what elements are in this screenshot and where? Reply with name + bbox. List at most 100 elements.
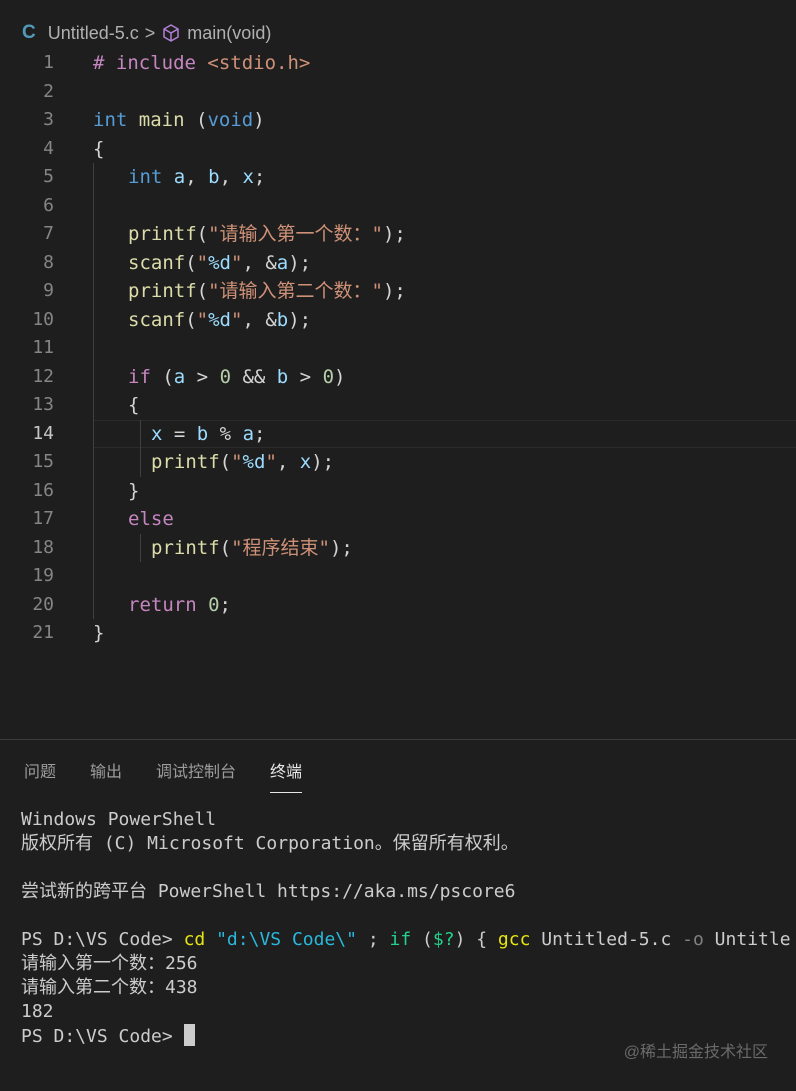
code-line[interactable]: 5 int a, b, x;: [0, 163, 796, 192]
terminal-output[interactable]: Windows PowerShell 版权所有 (C) Microsoft Cor…: [21, 808, 791, 1048]
code-token: scanf: [128, 251, 186, 274]
code-token: x: [151, 422, 163, 445]
line-number: 10: [32, 308, 54, 330]
code-content: scanf("%d", &a);: [93, 249, 311, 278]
line-number: 2: [43, 80, 54, 102]
terminal-text: 尝试新的跨平台 PowerShell https://aka.ms/pscore…: [21, 881, 516, 902]
code-token: ": [231, 308, 243, 331]
terminal-line: Windows PowerShell: [21, 808, 791, 832]
indent-guide: [93, 248, 94, 277]
code-line[interactable]: 14 x = b % a;: [0, 419, 796, 448]
code-token: printf: [128, 223, 197, 245]
code-content: printf("%d", x);: [93, 448, 334, 477]
terminal-line: 版权所有 (C) Microsoft Corporation。保留所有权利。: [21, 832, 791, 856]
code-line[interactable]: 6: [0, 191, 796, 220]
indent-guide: [140, 448, 141, 477]
code-line[interactable]: 7 printf("请输入第一个数：");: [0, 220, 796, 249]
code-token: ": [196, 308, 209, 331]
code-token: , &: [242, 251, 277, 274]
code-token: a: [242, 422, 255, 445]
code-token: , &: [242, 308, 277, 331]
indent-guide: [93, 163, 94, 192]
code-content: }: [93, 477, 139, 506]
code-token: %d: [208, 251, 231, 274]
code-line[interactable]: 10 scanf("%d", &b);: [0, 305, 796, 334]
code-line[interactable]: 4{: [0, 135, 796, 164]
panel-tabs: 问题 输出 调试控制台 终端: [24, 758, 303, 793]
code-line[interactable]: 19: [0, 562, 796, 591]
line-number: 19: [32, 565, 54, 586]
code-token: %d: [208, 308, 231, 331]
tab-problems[interactable]: 问题: [24, 758, 56, 793]
code-token: (: [219, 451, 232, 473]
code-token: a: [173, 166, 186, 188]
tab-debug-console[interactable]: 调试控制台: [156, 758, 236, 793]
terminal-cursor: [183, 1024, 195, 1046]
code-line[interactable]: 1 # include <stdio.h>: [0, 49, 796, 78]
line-number: 8: [43, 251, 54, 273]
code-content: int a, b, x;: [93, 163, 265, 192]
line-number: 16: [32, 479, 54, 501]
code-line[interactable]: 8 scanf("%d", &a);: [0, 248, 796, 278]
indent-guide: [93, 476, 94, 505]
terminal-text: PS D:\VS Code>: [21, 929, 184, 950]
indent-guide: [93, 277, 94, 306]
code-line[interactable]: 21}: [0, 619, 796, 648]
code-token: );: [311, 451, 335, 473]
code-token: b: [276, 365, 289, 388]
code-line[interactable]: 3 int main (void): [0, 106, 796, 135]
line-number: 14: [32, 422, 54, 444]
code-token: return: [128, 593, 197, 616]
code-line[interactable]: 9 printf("请输入第二个数：");: [0, 277, 796, 306]
code-line[interactable]: 20 return 0;: [0, 590, 796, 619]
code-token: ": [231, 251, 243, 274]
terminal-text: 请输入第二个数：438: [21, 977, 198, 998]
terminal-line: 请输入第二个数：438: [21, 976, 791, 1000]
breadcrumb-file[interactable]: Untitled-5.c: [48, 23, 139, 44]
breadcrumb-symbol[interactable]: main(void): [187, 23, 271, 44]
code-line[interactable]: 11: [0, 334, 796, 363]
code-token: >: [185, 365, 220, 388]
line-number: 18: [32, 536, 54, 558]
line-number: 3: [43, 109, 54, 130]
line-number: 20: [32, 593, 54, 615]
indent-guide: [140, 533, 141, 562]
code-line[interactable]: 2: [0, 78, 796, 107]
line-number: 15: [32, 451, 54, 472]
code-line[interactable]: 16}: [0, 476, 796, 506]
code-content: else: [93, 505, 174, 534]
code-token: ): [253, 109, 265, 131]
code-content: int main (void): [93, 106, 265, 135]
code-content: # include <stdio.h>: [93, 49, 310, 78]
code-token: a: [173, 365, 186, 388]
indent-guide: [93, 334, 94, 363]
code-editor[interactable]: 1 # include <stdio.h> 2 3 int main (void) 4{5…: [0, 49, 796, 648]
code-token: b: [276, 308, 289, 331]
code-line[interactable]: 13 {: [0, 391, 796, 420]
code-token: &&: [231, 365, 277, 388]
terminal-text: 182: [21, 1001, 54, 1022]
code-token: printf: [151, 536, 220, 559]
tab-output[interactable]: 输出: [90, 758, 122, 793]
c-file-icon: C: [22, 22, 36, 43]
terminal-text: -o: [682, 929, 704, 950]
code-token: printf: [151, 451, 220, 473]
terminal-text: Untitled-5.c: [530, 929, 683, 950]
code-line[interactable]: 15 printf("%d", x);: [0, 448, 796, 477]
code-line[interactable]: 12 if (a > 0 && b > 0): [0, 362, 796, 391]
code-content: printf("请输入第二个数：");: [93, 277, 406, 306]
terminal-text: cd: [183, 929, 206, 950]
line-number: 6: [43, 194, 54, 216]
code-line[interactable]: 17 else: [0, 505, 796, 534]
code-token: (: [196, 280, 209, 302]
code-content: {: [93, 135, 104, 164]
tab-terminal[interactable]: 终端: [270, 758, 303, 793]
code-token: {: [93, 137, 105, 160]
breadcrumb: C Untitled-5.c > main(void): [22, 20, 271, 46]
terminal-text: (: [411, 929, 433, 950]
code-token: );: [382, 280, 406, 302]
code-token: 0: [219, 365, 232, 388]
code-line[interactable]: 18 printf("程序结束");: [0, 533, 796, 562]
